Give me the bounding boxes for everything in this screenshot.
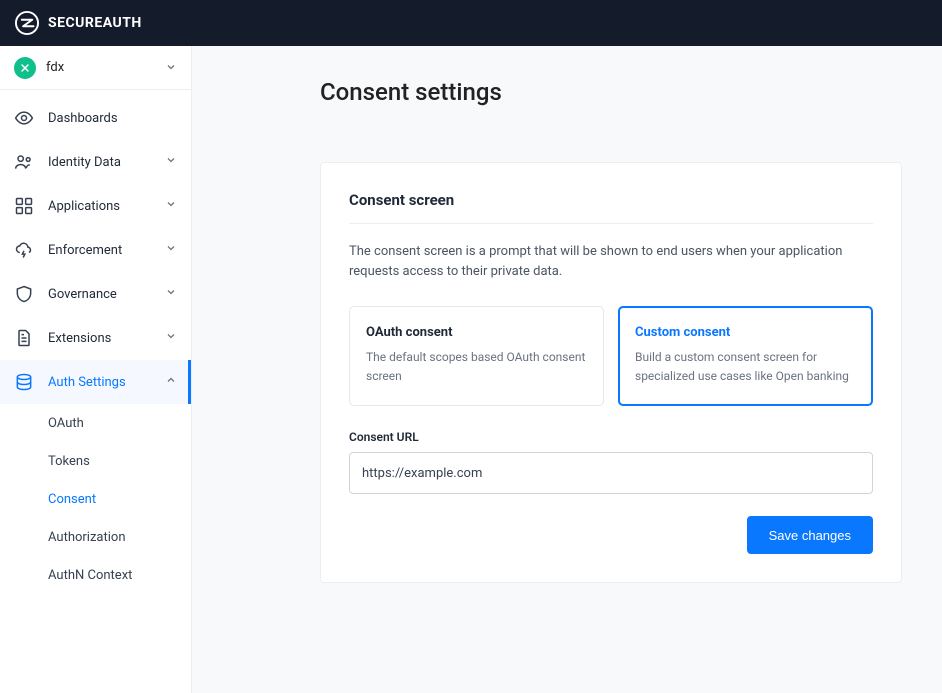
sidebar-item-label: Identity Data bbox=[48, 155, 151, 170]
sidebar-item-governance[interactable]: Governance bbox=[0, 272, 191, 316]
shield-icon bbox=[14, 284, 34, 304]
chevron-down-icon bbox=[165, 330, 177, 346]
auth-settings-submenu: OAuth Tokens Consent Authorization AuthN… bbox=[0, 404, 191, 594]
sidebar-item-label: Extensions bbox=[48, 331, 151, 346]
sidebar-item-label: OAuth bbox=[48, 416, 84, 431]
page-title: Consent settings bbox=[320, 78, 942, 106]
sidebar-item-extensions[interactable]: Extensions bbox=[0, 316, 191, 360]
cloud-bolt-icon bbox=[14, 240, 34, 260]
sidebar-item-identity-data[interactable]: Identity Data bbox=[0, 140, 191, 184]
consent-url-label: Consent URL bbox=[349, 430, 873, 444]
database-icon bbox=[14, 372, 34, 392]
sidebar: fdx Dashboards Identity Data bbox=[0, 46, 192, 693]
sidebar-item-dashboards[interactable]: Dashboards bbox=[0, 96, 191, 140]
users-icon bbox=[14, 152, 34, 172]
sidebar-item-authorization[interactable]: Authorization bbox=[48, 518, 191, 556]
workspace-label: fdx bbox=[46, 60, 155, 75]
sidebar-item-authn-context[interactable]: AuthN Context bbox=[48, 556, 191, 594]
option-title: Custom consent bbox=[635, 325, 856, 340]
brand-logo-icon bbox=[14, 10, 40, 36]
main-content: Consent settings Consent screen The cons… bbox=[192, 46, 942, 693]
close-icon bbox=[14, 57, 36, 79]
sidebar-item-applications[interactable]: Applications bbox=[0, 184, 191, 228]
sidebar-item-oauth[interactable]: OAuth bbox=[48, 404, 191, 442]
chevron-down-icon bbox=[165, 242, 177, 258]
sidebar-item-label: Consent bbox=[48, 492, 96, 507]
option-custom-consent[interactable]: Custom consent Build a custom consent sc… bbox=[618, 306, 873, 406]
sidebar-item-auth-settings[interactable]: Auth Settings bbox=[0, 360, 191, 404]
chevron-up-icon bbox=[165, 374, 177, 390]
option-desc: The default scopes based OAuth consent s… bbox=[366, 348, 587, 385]
option-desc: Build a custom consent screen for specia… bbox=[635, 348, 856, 385]
chevron-down-icon bbox=[165, 58, 177, 77]
sidebar-item-enforcement[interactable]: Enforcement bbox=[0, 228, 191, 272]
sidebar-item-tokens[interactable]: Tokens bbox=[48, 442, 191, 480]
save-button[interactable]: Save changes bbox=[747, 516, 873, 554]
section-description: The consent screen is a prompt that will… bbox=[349, 242, 873, 282]
sidebar-item-label: Authorization bbox=[48, 530, 126, 545]
divider bbox=[349, 223, 873, 224]
chevron-down-icon bbox=[165, 198, 177, 214]
section-title: Consent screen bbox=[349, 191, 873, 209]
sidebar-item-label: Tokens bbox=[48, 454, 90, 469]
consent-options: OAuth consent The default scopes based O… bbox=[349, 306, 873, 406]
nav: Dashboards Identity Data Applications bbox=[0, 90, 191, 594]
topbar: SECUREAUTH bbox=[0, 0, 942, 46]
option-oauth-consent[interactable]: OAuth consent The default scopes based O… bbox=[349, 306, 604, 406]
sidebar-item-label: Applications bbox=[48, 199, 151, 214]
document-icon bbox=[14, 328, 34, 348]
chevron-down-icon bbox=[165, 286, 177, 302]
sidebar-item-label: Dashboards bbox=[48, 111, 177, 126]
sidebar-item-consent[interactable]: Consent bbox=[48, 480, 191, 518]
chevron-down-icon bbox=[165, 154, 177, 170]
consent-card: Consent screen The consent screen is a p… bbox=[320, 162, 902, 583]
brand-text: SECUREAUTH bbox=[48, 15, 142, 31]
sidebar-item-label: Auth Settings bbox=[48, 375, 151, 390]
eye-icon bbox=[14, 108, 34, 128]
option-title: OAuth consent bbox=[366, 325, 587, 340]
grid-icon bbox=[14, 196, 34, 216]
brand: SECUREAUTH bbox=[14, 10, 142, 36]
sidebar-item-label: Governance bbox=[48, 287, 151, 302]
workspace-selector[interactable]: fdx bbox=[0, 46, 191, 90]
sidebar-item-label: AuthN Context bbox=[48, 568, 132, 583]
consent-url-input[interactable] bbox=[349, 452, 873, 494]
sidebar-item-label: Enforcement bbox=[48, 243, 151, 258]
